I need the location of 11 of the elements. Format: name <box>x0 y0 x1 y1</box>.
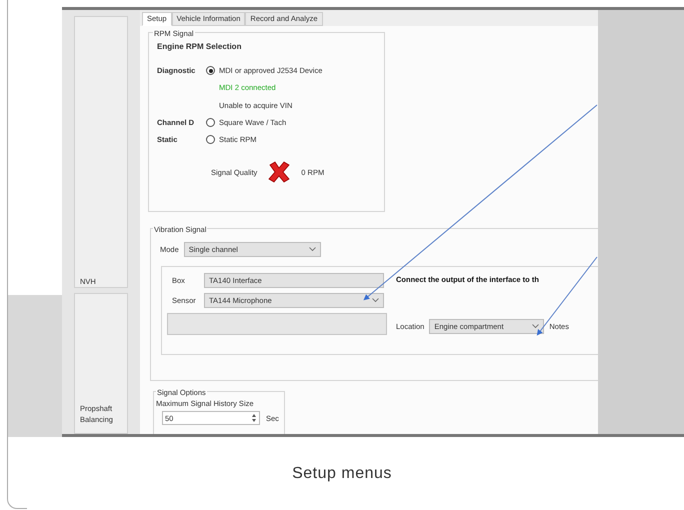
radio-button[interactable] <box>206 66 215 76</box>
chevron-icon <box>372 298 379 303</box>
caption: Setup menus <box>292 464 392 484</box>
cross-icon <box>267 161 292 184</box>
radio-button[interactable] <box>206 135 215 144</box>
section-heading: Engine RPM Selection <box>157 41 242 53</box>
radio-button[interactable] <box>206 118 215 127</box>
chevron-icon <box>308 247 316 252</box>
spinner-icon <box>251 413 257 424</box>
text-field[interactable] <box>167 313 387 335</box>
chevron-icon <box>532 324 540 330</box>
